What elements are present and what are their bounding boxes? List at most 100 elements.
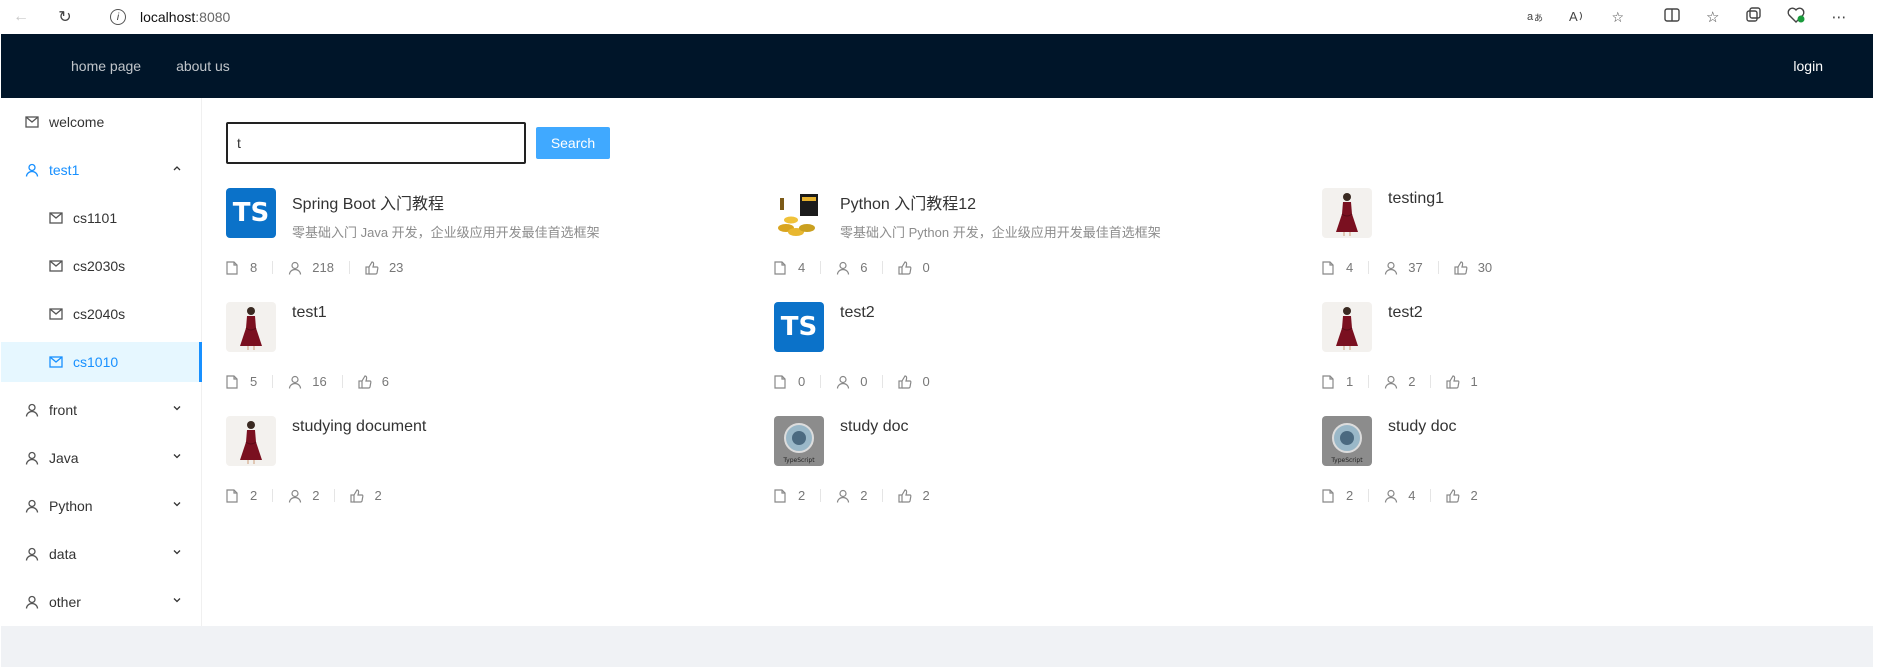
typescript-logo-icon: TS [226,188,276,238]
top-navigation: home page about us login [1,34,1873,98]
chevron-down-icon [173,502,181,507]
ebook-stats: 5 16 6 [226,374,389,389]
svg-text:A: A [1569,9,1578,23]
sidebar-group-label: Java [49,450,79,466]
ebook-title[interactable]: testing1 [1388,190,1444,208]
sidebar-group-test1[interactable]: test1 [1,150,201,190]
file-icon [774,260,788,275]
ebook-title[interactable]: test2 [1388,304,1423,322]
ebook-card[interactable]: Python 入门教程12 零基础入门 Python 开发，企业级应用开发最佳首选… [774,188,1294,298]
favorite-star-icon[interactable]: ☆ [1611,9,1624,26]
collections-icon[interactable] [1745,7,1762,27]
sidebar-item-label: cs2040s [73,306,126,322]
file-icon [774,488,788,503]
user-icon [25,163,39,177]
like-icon[interactable] [898,488,912,503]
search-input[interactable] [226,122,526,164]
ebook-card[interactable]: TS test2 0 0 0 [774,302,1294,412]
content-area: welcome test1 cs1101 cs2030s cs2040s cs1… [1,98,1873,626]
sidebar-group-label: front [49,402,78,418]
browser-essentials-icon[interactable] [1787,7,1805,27]
refresh-icon[interactable]: ↻ [54,6,76,28]
ebook-card[interactable]: studying document 2 2 2 [226,416,746,526]
dress-photo-icon [1322,302,1372,352]
main-panel: Search TS Spring Boot 入门教程零基础入门 Java 开发，企… [226,98,1873,626]
sidebar-item-label: cs2030s [73,258,126,274]
divider [1368,261,1370,274]
ebook-title[interactable]: test2 [840,304,875,322]
doc-count: 0 [798,374,806,389]
ebook-card[interactable]: TypeScript study doc 2 2 2 [774,416,1294,526]
sidebar-group-other[interactable]: other [1,582,201,622]
ebook-stats: 4 6 0 [774,260,930,275]
sidebar-item-label: cs1010 [73,354,119,370]
search-button[interactable]: Search [536,127,610,159]
sidebar-group-label: other [49,594,81,610]
divider [882,375,884,388]
sidebar-item-welcome[interactable]: welcome [1,102,201,142]
view-count: 16 [312,374,327,389]
like-count: 2 [374,488,382,503]
ebook-card[interactable]: testing1 4 37 30 [1322,188,1842,298]
more-options-icon[interactable]: ⋯ [1831,8,1846,26]
ebook-title[interactable]: studying document [292,418,426,436]
ebook-card[interactable]: TS Spring Boot 入门教程 零基础入门 Java 开发，企业级应用开发最… [226,188,746,298]
view-count: 2 [312,488,320,503]
sidebar-group-data[interactable]: data [1,534,201,574]
ebook-stats: 1 2 1 [1322,374,1478,389]
ebook-title[interactable]: Python 入门教程12 [840,190,976,214]
ebook-card[interactable]: TypeScript study doc 2 4 2 [1322,416,1842,526]
app-layout: home page about us login welcome test1 c… [1,34,1873,667]
ebook-card[interactable]: test1 5 16 6 [226,302,746,412]
like-icon[interactable] [1446,488,1460,503]
sidebar-group-java[interactable]: Java [1,438,201,478]
view-count: 2 [860,488,868,503]
like-icon[interactable] [365,260,379,275]
translate-icon[interactable]: aあ [1527,9,1543,26]
sidebar-item-cs2040s[interactable]: cs2040s [1,294,201,334]
divider [820,261,822,274]
sidebar-group-front[interactable]: front [1,390,201,430]
back-icon[interactable]: ← [10,6,32,28]
mail-icon [49,211,63,225]
like-icon[interactable] [358,374,372,389]
ebook-stats: 2 2 2 [774,488,930,503]
user-icon [25,499,39,513]
divider [882,261,884,274]
sidebar-group-python[interactable]: Python [1,486,201,526]
user-icon [25,595,39,609]
ebook-stats: 4 37 30 [1322,260,1492,275]
nav-home-page[interactable]: home page [71,58,141,74]
login-link[interactable]: login [1793,58,1823,74]
avatar-text: TS [780,312,818,342]
like-icon[interactable] [350,488,364,503]
ebook-card[interactable]: test2 1 2 1 [1322,302,1842,412]
like-icon[interactable] [1454,260,1468,275]
ebook-stats: 2 4 2 [1322,488,1478,503]
mail-icon [25,115,39,129]
favorites-icon[interactable]: ☆ [1706,8,1719,26]
ebook-title[interactable]: study doc [1388,418,1456,436]
ebook-stats: 0 0 0 [774,374,930,389]
site-info-icon[interactable]: i [110,9,126,25]
ebook-title[interactable]: test1 [292,304,327,322]
chevron-down-icon [173,406,181,411]
address-bar[interactable]: i localhost:8080 aあ A ☆ [98,4,1638,30]
split-screen-icon[interactable] [1664,8,1680,26]
sidebar-item-cs2030s[interactable]: cs2030s [1,246,201,286]
like-icon[interactable] [1446,374,1460,389]
like-icon[interactable] [898,374,912,389]
ebook-title[interactable]: Spring Boot 入门教程 [292,190,444,214]
typescript-gear-icon: TypeScript [774,416,824,466]
sidebar-item-cs1010[interactable]: cs1010 [1,342,202,382]
like-icon[interactable] [898,260,912,275]
ebook-title[interactable]: study doc [840,418,908,436]
mail-icon [49,259,63,273]
like-count: 2 [922,488,930,503]
chevron-down-icon [173,598,181,603]
nav-about-us[interactable]: about us [176,58,230,74]
sidebar-item-cs1101[interactable]: cs1101 [1,198,201,238]
svg-text:あ: あ [1534,13,1543,23]
read-aloud-icon[interactable]: A [1569,9,1585,26]
typescript-logo-icon: TS [774,302,824,352]
